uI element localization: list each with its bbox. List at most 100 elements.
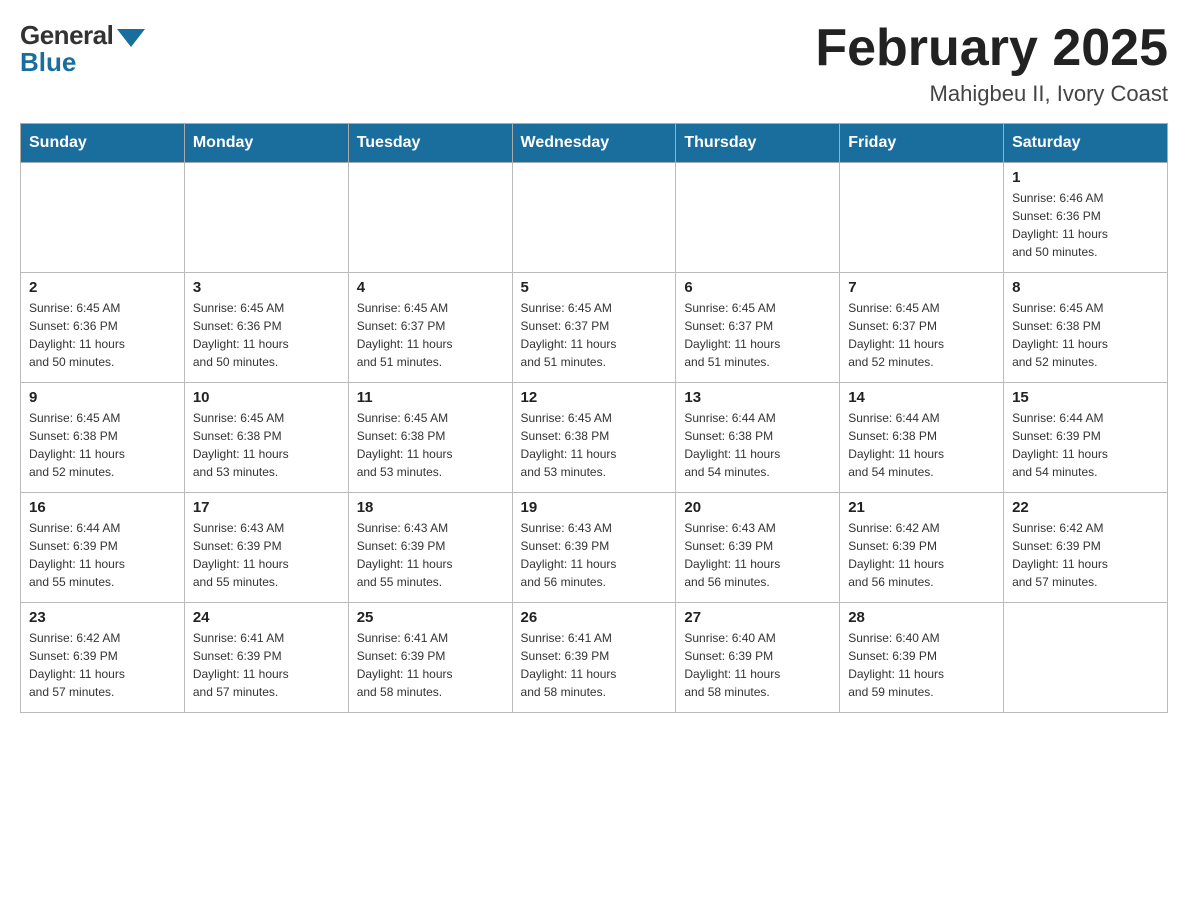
day-cell — [840, 163, 1004, 273]
day-info: Sunrise: 6:45 AM Sunset: 6:36 PM Dayligh… — [193, 299, 340, 371]
day-info: Sunrise: 6:45 AM Sunset: 6:37 PM Dayligh… — [684, 299, 831, 371]
day-info: Sunrise: 6:41 AM Sunset: 6:39 PM Dayligh… — [193, 629, 340, 701]
day-cell: 24 Sunrise: 6:41 AM Sunset: 6:39 PM Dayli… — [184, 603, 348, 713]
day-cell: 7Sunrise: 6:45 AM Sunset: 6:37 PM Daylig… — [840, 273, 1004, 383]
month-title: February 2025 — [815, 20, 1168, 77]
day-number: 26 — [521, 609, 668, 626]
day-info: Sunrise: 6:44 AM Sunset: 6:38 PM Dayligh… — [684, 409, 831, 481]
day-cell: 5 Sunrise: 6:45 AM Sunset: 6:37 PM Daylig… — [512, 273, 676, 383]
calendar-table: SundayMondayTuesdayWednesdayThursdayFrid… — [20, 123, 1168, 713]
day-number: 3 — [193, 279, 340, 296]
day-cell: 23 Sunrise: 6:42 AM Sunset: 6:39 PM Dayli… — [21, 603, 185, 713]
day-info: Sunrise: 6:46 AM Sunset: 6:36 PM Dayligh… — [1012, 189, 1159, 261]
day-cell: 10Sunrise: 6:45 AM Sunset: 6:38 PM Dayli… — [184, 383, 348, 493]
day-info: Sunrise: 6:43 AM Sunset: 6:39 PM Dayligh… — [357, 519, 504, 591]
day-number: 11 — [357, 389, 504, 406]
day-cell: 25 Sunrise: 6:41 AM Sunset: 6:39 PM Dayli… — [348, 603, 512, 713]
column-header-tuesday: Tuesday — [348, 124, 512, 163]
day-number: 20 — [684, 499, 831, 516]
day-info: Sunrise: 6:45 AM Sunset: 6:38 PM Dayligh… — [29, 409, 176, 481]
day-info: Sunrise: 6:42 AM Sunset: 6:39 PM Dayligh… — [848, 519, 995, 591]
day-number: 9 — [29, 389, 176, 406]
day-number: 27 — [684, 609, 831, 626]
day-info: Sunrise: 6:45 AM Sunset: 6:38 PM Dayligh… — [1012, 299, 1159, 371]
day-number: 15 — [1012, 389, 1159, 406]
day-number: 28 — [848, 609, 995, 626]
day-info: Sunrise: 6:45 AM Sunset: 6:38 PM Dayligh… — [357, 409, 504, 481]
day-number: 19 — [521, 499, 668, 516]
column-header-wednesday: Wednesday — [512, 124, 676, 163]
day-info: Sunrise: 6:44 AM Sunset: 6:39 PM Dayligh… — [1012, 409, 1159, 481]
day-cell: 6 Sunrise: 6:45 AM Sunset: 6:37 PM Daylig… — [676, 273, 840, 383]
day-cell: 14 Sunrise: 6:44 AM Sunset: 6:38 PM Dayli… — [840, 383, 1004, 493]
title-section: February 2025 Mahigbeu II, Ivory Coast — [815, 20, 1168, 107]
day-info: Sunrise: 6:40 AM Sunset: 6:39 PM Dayligh… — [684, 629, 831, 701]
week-row-4: 16 Sunrise: 6:44 AM Sunset: 6:39 PM Dayli… — [21, 493, 1168, 603]
day-info: Sunrise: 6:43 AM Sunset: 6:39 PM Dayligh… — [193, 519, 340, 591]
day-number: 24 — [193, 609, 340, 626]
day-number: 22 — [1012, 499, 1159, 516]
day-cell: 20 Sunrise: 6:43 AM Sunset: 6:39 PM Dayli… — [676, 493, 840, 603]
day-info: Sunrise: 6:41 AM Sunset: 6:39 PM Dayligh… — [521, 629, 668, 701]
day-info: Sunrise: 6:45 AM Sunset: 6:37 PM Dayligh… — [357, 299, 504, 371]
day-number: 17 — [193, 499, 340, 516]
day-cell: 21 Sunrise: 6:42 AM Sunset: 6:39 PM Dayli… — [840, 493, 1004, 603]
day-cell: 4 Sunrise: 6:45 AM Sunset: 6:37 PM Daylig… — [348, 273, 512, 383]
day-number: 25 — [357, 609, 504, 626]
day-cell: 16 Sunrise: 6:44 AM Sunset: 6:39 PM Dayli… — [21, 493, 185, 603]
logo-blue-text: Blue — [20, 47, 76, 78]
day-cell — [512, 163, 676, 273]
week-row-1: 1 Sunrise: 6:46 AM Sunset: 6:36 PM Daylig… — [21, 163, 1168, 273]
day-number: 6 — [684, 279, 831, 296]
day-cell: 15 Sunrise: 6:44 AM Sunset: 6:39 PM Dayli… — [1004, 383, 1168, 493]
day-cell: 8 Sunrise: 6:45 AM Sunset: 6:38 PM Daylig… — [1004, 273, 1168, 383]
day-cell: 2 Sunrise: 6:45 AM Sunset: 6:36 PM Daylig… — [21, 273, 185, 383]
calendar-header-row: SundayMondayTuesdayWednesdayThursdayFrid… — [21, 124, 1168, 163]
column-header-monday: Monday — [184, 124, 348, 163]
day-info: Sunrise: 6:41 AM Sunset: 6:39 PM Dayligh… — [357, 629, 504, 701]
day-cell: 13 Sunrise: 6:44 AM Sunset: 6:38 PM Dayli… — [676, 383, 840, 493]
day-cell: 18 Sunrise: 6:43 AM Sunset: 6:39 PM Dayli… — [348, 493, 512, 603]
day-info: Sunrise: 6:45 AM Sunset: 6:36 PM Dayligh… — [29, 299, 176, 371]
day-cell — [184, 163, 348, 273]
day-number: 18 — [357, 499, 504, 516]
day-cell: 28 Sunrise: 6:40 AM Sunset: 6:39 PM Dayli… — [840, 603, 1004, 713]
day-cell: 19 Sunrise: 6:43 AM Sunset: 6:39 PM Dayli… — [512, 493, 676, 603]
day-number: 5 — [521, 279, 668, 296]
day-number: 1 — [1012, 169, 1159, 186]
day-info: Sunrise: 6:43 AM Sunset: 6:39 PM Dayligh… — [684, 519, 831, 591]
day-number: 8 — [1012, 279, 1159, 296]
day-cell — [1004, 603, 1168, 713]
day-cell: 1 Sunrise: 6:46 AM Sunset: 6:36 PM Daylig… — [1004, 163, 1168, 273]
day-number: 12 — [521, 389, 668, 406]
week-row-5: 23 Sunrise: 6:42 AM Sunset: 6:39 PM Dayli… — [21, 603, 1168, 713]
column-header-saturday: Saturday — [1004, 124, 1168, 163]
day-info: Sunrise: 6:42 AM Sunset: 6:39 PM Dayligh… — [29, 629, 176, 701]
logo: General Blue — [20, 20, 145, 78]
day-info: Sunrise: 6:40 AM Sunset: 6:39 PM Dayligh… — [848, 629, 995, 701]
day-number: 16 — [29, 499, 176, 516]
day-number: 14 — [848, 389, 995, 406]
day-info: Sunrise: 6:44 AM Sunset: 6:39 PM Dayligh… — [29, 519, 176, 591]
day-info: Sunrise: 6:45 AM Sunset: 6:38 PM Dayligh… — [521, 409, 668, 481]
week-row-2: 2 Sunrise: 6:45 AM Sunset: 6:36 PM Daylig… — [21, 273, 1168, 383]
column-header-thursday: Thursday — [676, 124, 840, 163]
day-number: 13 — [684, 389, 831, 406]
day-cell: 27 Sunrise: 6:40 AM Sunset: 6:39 PM Dayli… — [676, 603, 840, 713]
day-info: Sunrise: 6:45 AM Sunset: 6:37 PM Dayligh… — [521, 299, 668, 371]
day-info: Sunrise: 6:43 AM Sunset: 6:39 PM Dayligh… — [521, 519, 668, 591]
page-header: General Blue February 2025 Mahigbeu II, … — [20, 20, 1168, 107]
location-subtitle: Mahigbeu II, Ivory Coast — [815, 81, 1168, 107]
day-cell — [676, 163, 840, 273]
day-cell: 26 Sunrise: 6:41 AM Sunset: 6:39 PM Dayli… — [512, 603, 676, 713]
day-number: 4 — [357, 279, 504, 296]
day-number: 2 — [29, 279, 176, 296]
day-number: 21 — [848, 499, 995, 516]
day-number: 23 — [29, 609, 176, 626]
column-header-friday: Friday — [840, 124, 1004, 163]
week-row-3: 9 Sunrise: 6:45 AM Sunset: 6:38 PM Daylig… — [21, 383, 1168, 493]
day-cell — [348, 163, 512, 273]
day-info: Sunrise: 6:44 AM Sunset: 6:38 PM Dayligh… — [848, 409, 995, 481]
day-cell: 17 Sunrise: 6:43 AM Sunset: 6:39 PM Dayli… — [184, 493, 348, 603]
day-info: Sunrise: 6:45 AM Sunset: 6:38 PM Dayligh… — [193, 409, 340, 481]
